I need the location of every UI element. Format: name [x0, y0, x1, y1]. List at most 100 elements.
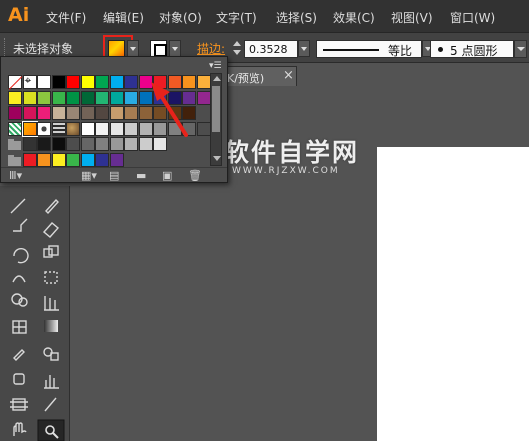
fill-color-swatch[interactable] [108, 40, 125, 57]
free-transform-tool[interactable] [38, 268, 62, 290]
swatch-color[interactable] [167, 106, 182, 121]
show-kinds-icon[interactable]: ▦▾ [81, 169, 97, 182]
stroke-weight-dropdown[interactable] [298, 40, 310, 57]
swatch-color[interactable] [167, 75, 182, 89]
swatch-color[interactable] [66, 106, 80, 121]
swatch-color[interactable] [196, 90, 211, 105]
new-color-group-icon[interactable]: ▬ [136, 169, 146, 182]
swatch-color[interactable] [153, 121, 167, 136]
swatch-color[interactable] [138, 121, 153, 136]
swatch-pattern[interactable] [8, 121, 22, 136]
swatch-color[interactable] [22, 137, 37, 152]
swatch-color[interactable] [22, 90, 37, 105]
blob-brush-tool[interactable] [8, 215, 32, 237]
pencil-tool[interactable] [38, 190, 62, 212]
swatch-color[interactable] [124, 121, 138, 136]
swatch-color[interactable] [8, 106, 22, 121]
swatch-color[interactable] [153, 90, 167, 105]
width-tool[interactable] [8, 268, 32, 290]
swatch-color[interactable] [51, 90, 66, 105]
rotate-tool[interactable] [8, 242, 32, 264]
swatch-color[interactable] [51, 137, 66, 152]
swatch-color[interactable] [80, 137, 95, 152]
stroke-color-swatch[interactable] [150, 40, 167, 57]
stroke-weight-input[interactable] [244, 40, 298, 58]
menu-select[interactable]: 选择(S) [276, 9, 317, 26]
eyedropper-tool[interactable] [8, 344, 32, 366]
swatch-color[interactable] [153, 137, 167, 152]
swatch-color[interactable] [182, 75, 196, 89]
swatch-color[interactable] [95, 75, 109, 89]
panel-menu-icon[interactable]: ▾☰ [209, 61, 222, 71]
swatch-color[interactable] [196, 75, 211, 89]
zoom-tool[interactable] [38, 419, 62, 441]
menu-view[interactable]: 视图(V) [391, 9, 433, 26]
menu-file[interactable]: 文件(F) [46, 9, 86, 26]
swatch-color[interactable] [95, 153, 109, 167]
document-tab[interactable]: K/预览) × [222, 66, 297, 86]
swatch-color[interactable] [95, 90, 109, 105]
swatch-color[interactable] [109, 90, 124, 105]
scroll-down-icon[interactable] [213, 156, 221, 161]
scale-tool[interactable] [38, 242, 62, 264]
variable-width-profile[interactable]: 等比 [316, 40, 422, 58]
swatch-color[interactable] [95, 121, 109, 136]
swatch-color[interactable] [109, 153, 124, 167]
swatch-color[interactable] [51, 75, 66, 89]
swatch-color[interactable] [95, 106, 109, 121]
swatch-gradient[interactable] [21, 120, 38, 137]
swatch-pattern2[interactable] [37, 121, 51, 136]
brush-definition[interactable]: 5 点圆形 [430, 40, 514, 58]
library-icon[interactable]: Ⅲ▾ [9, 169, 22, 182]
swatch-color[interactable] [51, 153, 66, 167]
swatch-color[interactable] [37, 106, 51, 121]
swatch-color[interactable] [37, 75, 51, 89]
delete-swatch-icon[interactable]: 🗑 [188, 169, 202, 182]
swatch-registration[interactable] [22, 73, 37, 89]
swatch-scrollbar[interactable] [210, 73, 222, 166]
swatch-color[interactable] [80, 153, 95, 167]
menu-window[interactable]: 窗口(W) [450, 9, 495, 26]
scroll-up-icon[interactable] [213, 76, 221, 81]
folder-icon[interactable] [8, 155, 22, 166]
swatch-color[interactable] [37, 153, 51, 167]
swatch-color[interactable] [138, 75, 153, 89]
swatch-color[interactable] [167, 121, 182, 136]
swatch-color[interactable] [80, 75, 95, 89]
swatch-color[interactable] [66, 75, 80, 89]
column-graph-tool[interactable] [38, 369, 62, 391]
swatch-color[interactable] [51, 106, 66, 121]
swatch-color[interactable] [80, 90, 95, 105]
swatch-color[interactable] [80, 106, 95, 121]
swatch-options-icon[interactable]: ▤ [109, 169, 119, 182]
swatch-color[interactable] [109, 121, 124, 136]
menu-effect[interactable]: 效果(C) [333, 9, 375, 26]
panel-grip[interactable] [4, 38, 6, 56]
paintbrush-tool[interactable] [8, 190, 32, 212]
swatch-pattern4[interactable] [66, 121, 80, 136]
swatch-color[interactable] [37, 90, 51, 105]
brush-dropdown[interactable] [514, 40, 527, 58]
scroll-thumb[interactable] [212, 86, 220, 132]
swatch-color[interactable] [95, 137, 109, 152]
gradient-tool[interactable] [38, 316, 62, 338]
swatch-color[interactable] [22, 153, 37, 167]
swatch-color[interactable] [66, 90, 80, 105]
swatch-color[interactable] [182, 106, 196, 121]
slice-tool[interactable] [38, 394, 62, 416]
swatch-pattern3[interactable] [51, 121, 66, 136]
stroke-label-link[interactable]: 描边: [197, 40, 225, 57]
menu-edit[interactable]: 编辑(E) [103, 9, 144, 26]
artboard-tool[interactable] [8, 394, 32, 416]
swatch-color[interactable] [80, 121, 95, 136]
hand-tool[interactable] [8, 419, 32, 441]
artboard[interactable] [377, 147, 529, 441]
close-icon[interactable]: × [283, 68, 294, 83]
blend-tool[interactable] [38, 344, 62, 366]
swatch-color[interactable] [124, 90, 138, 105]
swatch-color[interactable] [182, 90, 196, 105]
swatch-color[interactable] [153, 106, 167, 121]
swatch-color[interactable] [138, 137, 153, 152]
folder-icon[interactable] [8, 139, 22, 151]
swatch-none[interactable] [8, 75, 22, 89]
